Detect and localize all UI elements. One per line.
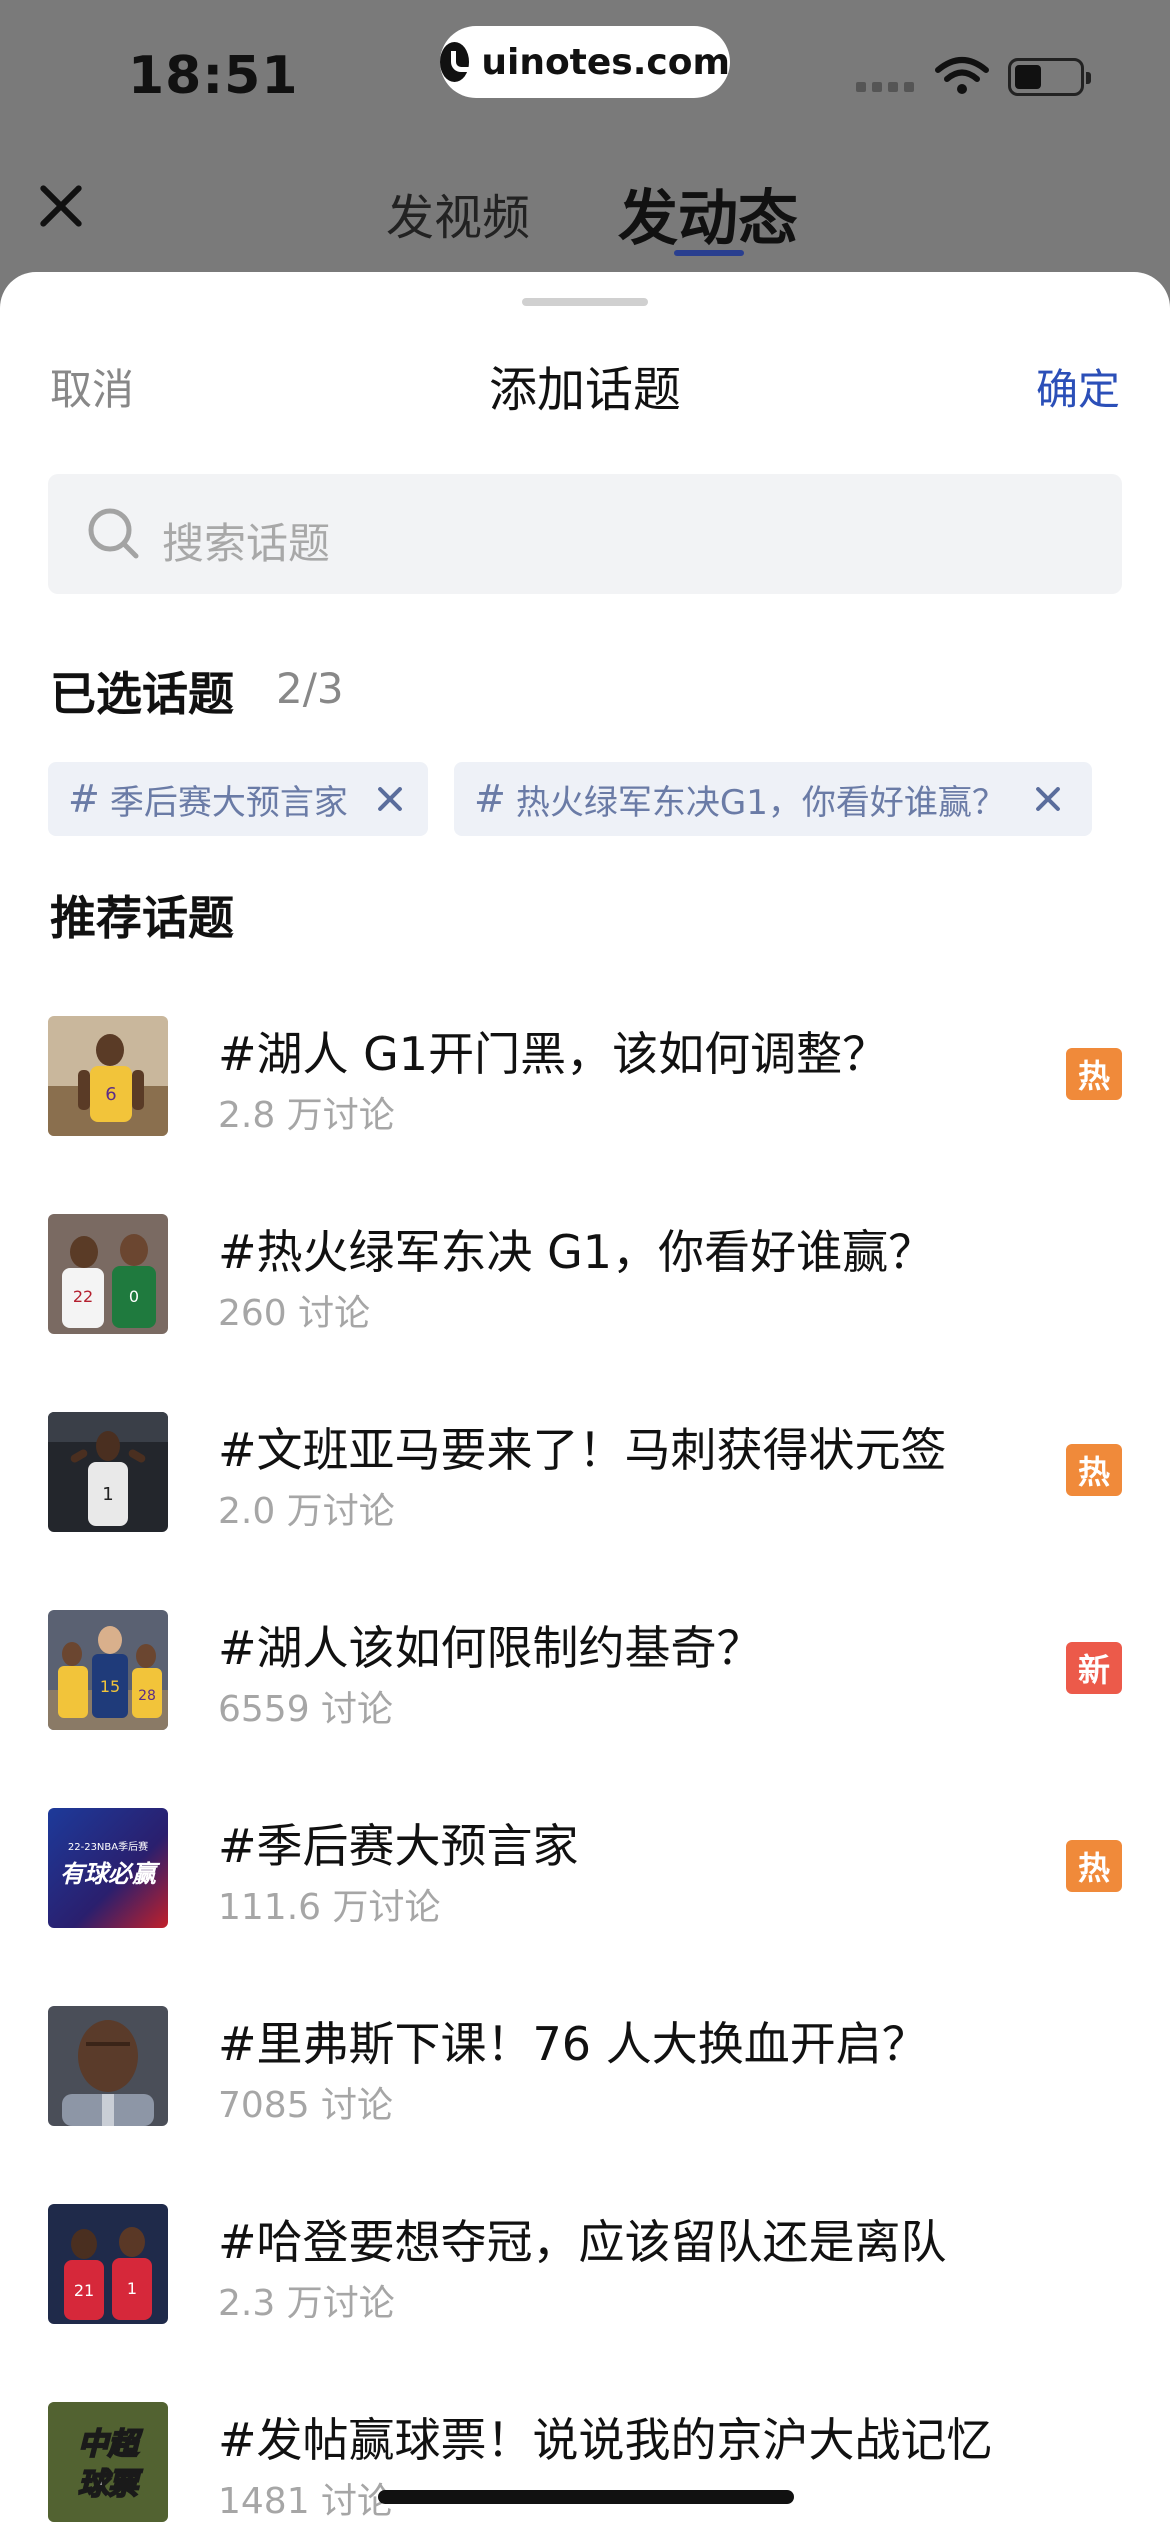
remove-chip-icon[interactable] bbox=[376, 785, 404, 813]
topic-thumbnail: 6 bbox=[48, 1016, 168, 1136]
topic-discussion-count: 7085 讨论 bbox=[218, 2085, 394, 2126]
topic-thumbnail: 22 0 bbox=[48, 1214, 168, 1334]
search-input[interactable]: 搜索话题 bbox=[48, 474, 1122, 594]
topic-item[interactable]: 中超球票 #发帖赢球票！说说我的京沪大战记忆 1481 讨论 bbox=[0, 2390, 1170, 2532]
topic-item[interactable]: 6 #湖人 G1开门黑，该如何调整？ 2.8 万讨论 热 bbox=[0, 1004, 1170, 1202]
url-pill[interactable]: uinotes.com bbox=[440, 26, 730, 98]
new-badge: 新 bbox=[1066, 1642, 1122, 1694]
topic-discussion-count: 2.8 万讨论 bbox=[218, 1095, 395, 1136]
topic-title: #哈登要想夺冠，应该留队还是离队 bbox=[218, 2215, 947, 2269]
svg-text:1: 1 bbox=[102, 1484, 113, 1505]
svg-text:15: 15 bbox=[100, 1677, 120, 1696]
svg-text:1: 1 bbox=[127, 2279, 137, 2298]
status-time: 18:51 bbox=[128, 46, 299, 106]
search-placeholder: 搜索话题 bbox=[162, 519, 331, 568]
topic-discussion-count: 6559 讨论 bbox=[218, 1689, 394, 1730]
hash-icon: # bbox=[68, 777, 100, 821]
svg-text:28: 28 bbox=[138, 1688, 156, 1704]
svg-text:有球必赢: 有球必赢 bbox=[60, 1860, 161, 1888]
search-icon bbox=[88, 508, 139, 559]
sheet-grabber[interactable] bbox=[522, 298, 648, 306]
sheet-title: 添加话题 bbox=[488, 362, 681, 418]
selected-topic-chip[interactable]: # 季后赛大预言家 bbox=[48, 762, 428, 836]
selected-topics-title: 已选话题 bbox=[50, 667, 234, 721]
hot-badge: 热 bbox=[1066, 1840, 1122, 1892]
tab-video[interactable]: 发视频 bbox=[386, 178, 530, 248]
recommended-topics-title: 推荐话题 bbox=[50, 891, 234, 945]
topic-title: #热火绿军东决 G1，你看好谁赢？ bbox=[218, 1225, 935, 1279]
chip-label: 热火绿军东决G1，你看好谁赢？ bbox=[515, 782, 1006, 823]
screen: 18:51 uinotes.com 发视频 发动态 取消 添加话题 确定 搜索话… bbox=[0, 0, 1170, 2532]
topic-title: #季后赛大预言家 bbox=[218, 1819, 579, 1873]
add-topic-sheet: 取消 添加话题 确定 搜索话题 已选话题 2/3 # 季后赛大预言家 # 热火绿… bbox=[0, 272, 1170, 2532]
topic-item[interactable]: 21 1 #哈登要想夺冠，应该留队还是离队 2.3 万讨论 bbox=[0, 2192, 1170, 2390]
topic-thumbnail bbox=[48, 2006, 168, 2126]
topic-discussion-count: 260 讨论 bbox=[218, 1293, 371, 1334]
topic-thumbnail: 15 28 bbox=[48, 1610, 168, 1730]
topic-thumbnail: 22-23NBA季后赛有球必赢 bbox=[48, 1808, 168, 1928]
battery-icon bbox=[1008, 58, 1091, 96]
topic-discussion-count: 2.3 万讨论 bbox=[218, 2283, 395, 2324]
active-tab-indicator bbox=[674, 250, 744, 256]
topic-item[interactable]: 22-23NBA季后赛有球必赢 #季后赛大预言家 111.6 万讨论 热 bbox=[0, 1796, 1170, 1994]
hot-badge: 热 bbox=[1066, 1444, 1122, 1496]
topic-thumbnail: 1 bbox=[48, 1412, 168, 1532]
hash-icon: # bbox=[474, 777, 506, 821]
topic-discussion-count: 1481 讨论 bbox=[218, 2481, 394, 2522]
topic-thumbnail: 中超 球票 bbox=[48, 2402, 168, 2522]
svg-text:0: 0 bbox=[129, 1287, 139, 1306]
topic-title: #里弗斯下课！76 人大换血开启？ bbox=[218, 2017, 928, 2071]
topic-thumbnail: 21 1 bbox=[48, 2204, 168, 2324]
url-text: uinotes.com bbox=[481, 41, 730, 83]
topic-discussion-count: 2.0 万讨论 bbox=[218, 1491, 395, 1532]
selected-topic-chip[interactable]: # 热火绿军东决G1，你看好谁赢？ bbox=[454, 762, 1092, 836]
svg-text:中超: 中超 bbox=[78, 2427, 143, 2462]
topic-item[interactable]: 1 #文班亚马要来了！马刺获得状元签 2.0 万讨论 热 bbox=[0, 1400, 1170, 1598]
topic-title: #湖人该如何限制约基奇？ bbox=[218, 1621, 763, 1675]
topic-item[interactable]: 15 28 #湖人该如何限制约基奇？ 6559 讨论 新 bbox=[0, 1598, 1170, 1796]
topic-title: #湖人 G1开门黑，该如何调整？ bbox=[218, 1027, 889, 1081]
selected-topics-count: 2/3 bbox=[276, 664, 344, 713]
topic-item[interactable]: 22 0 #热火绿军东决 G1，你看好谁赢？ 260 讨论 bbox=[0, 1202, 1170, 1400]
topic-item[interactable]: #里弗斯下课！76 人大换血开启？ 7085 讨论 bbox=[0, 1994, 1170, 2192]
hot-badge: 热 bbox=[1066, 1048, 1122, 1100]
svg-text:22: 22 bbox=[73, 1287, 93, 1306]
home-indicator[interactable] bbox=[378, 2490, 794, 2504]
remove-chip-icon[interactable] bbox=[1034, 785, 1062, 813]
status-bar: 18:51 uinotes.com bbox=[0, 0, 1170, 150]
close-icon[interactable] bbox=[34, 178, 90, 234]
topic-title: #发帖赢球票！说说我的京沪大战记忆 bbox=[218, 2413, 993, 2467]
wifi-icon bbox=[935, 57, 989, 94]
topic-discussion-count: 111.6 万讨论 bbox=[218, 1887, 441, 1928]
svg-text:球票: 球票 bbox=[78, 2467, 143, 2502]
chip-label: 季后赛大预言家 bbox=[109, 782, 348, 823]
svg-text:22-23NBA季后赛: 22-23NBA季后赛 bbox=[68, 1840, 148, 1853]
cellular-signal-icon bbox=[856, 82, 914, 92]
confirm-button[interactable]: 确定 bbox=[1036, 356, 1120, 417]
svg-text:21: 21 bbox=[74, 2281, 94, 2300]
topic-title: #文班亚马要来了！马刺获得状元签 bbox=[218, 1423, 947, 1477]
tab-post[interactable]: 发动态 bbox=[618, 170, 798, 257]
site-logo-icon bbox=[440, 42, 480, 82]
svg-text:6: 6 bbox=[105, 1084, 116, 1105]
